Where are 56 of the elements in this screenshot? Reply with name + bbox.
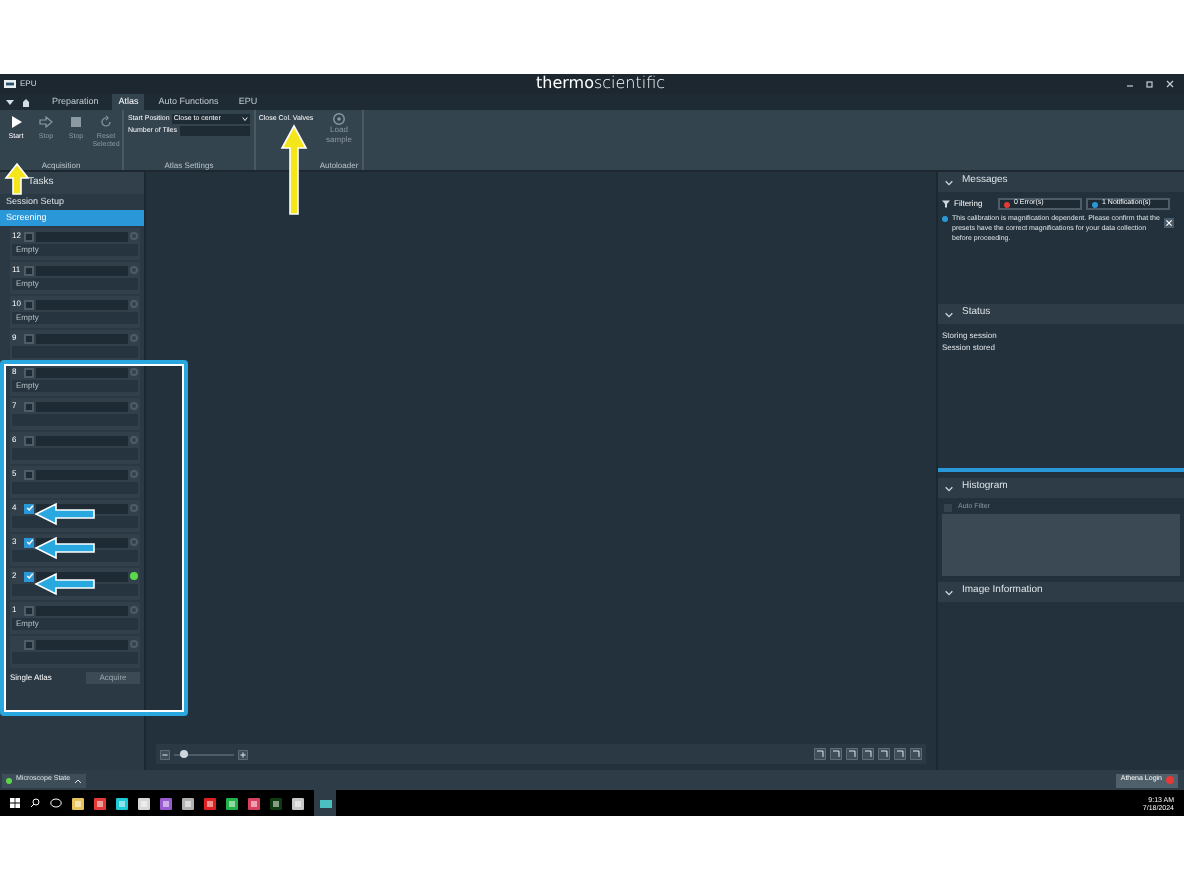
arrow	[34, 572, 96, 596]
search-icon[interactable]	[30, 798, 40, 808]
chevron-icon[interactable]	[944, 177, 954, 187]
chevron-icon[interactable]	[944, 309, 954, 319]
checkbox[interactable]	[24, 367, 34, 377]
checkbox[interactable]	[24, 435, 34, 445]
check-icon	[25, 572, 33, 580]
checkbox[interactable]	[24, 231, 34, 241]
input-field[interactable]	[36, 435, 128, 445]
home-icon[interactable]	[22, 98, 30, 108]
refresh-icon	[98, 114, 114, 130]
error-icon	[1004, 201, 1010, 207]
input-field[interactable]	[36, 231, 128, 241]
checkbox[interactable]	[24, 639, 34, 649]
info-icon	[1092, 201, 1098, 207]
checkbox[interactable]	[24, 265, 34, 275]
chevron-icon[interactable]	[944, 587, 954, 597]
input-field[interactable]	[36, 605, 128, 615]
input-field[interactable]	[36, 265, 128, 275]
check-icon	[25, 504, 33, 512]
windows-icon[interactable]	[10, 798, 20, 808]
info-icon	[942, 216, 948, 222]
slider-thumb[interactable]	[179, 750, 188, 758]
zoom-slider[interactable]	[174, 750, 234, 758]
arrow-icon	[38, 114, 54, 130]
stop-icon	[68, 114, 84, 130]
dropdown-icon[interactable]	[6, 98, 14, 106]
checkbox[interactable]	[24, 401, 34, 411]
checkbox[interactable]	[24, 333, 34, 343]
arrow	[4, 162, 30, 196]
brand-logo: thermoscientific	[536, 76, 666, 92]
arrow	[34, 502, 96, 526]
restore-icon[interactable]	[1146, 80, 1154, 88]
close-icon[interactable]	[1166, 80, 1174, 88]
minimize-icon[interactable]	[1126, 80, 1134, 88]
input-field[interactable]	[36, 367, 128, 377]
zoom-out-icon[interactable]	[160, 749, 170, 759]
checkbox[interactable]	[24, 469, 34, 479]
play-icon	[8, 114, 24, 130]
arrow	[280, 124, 308, 216]
chevron-icon[interactable]	[944, 483, 954, 493]
zoom-in-icon[interactable]	[238, 749, 248, 759]
input-field[interactable]	[36, 401, 128, 411]
arrow	[34, 536, 96, 560]
check-icon	[25, 538, 33, 546]
input-field[interactable]	[36, 299, 128, 309]
task-view-icon[interactable]	[50, 798, 62, 808]
checkbox[interactable]	[24, 299, 34, 309]
error-icon	[1166, 776, 1174, 784]
input-field[interactable]	[36, 333, 128, 343]
checkbox[interactable]	[24, 605, 34, 615]
app-icon	[4, 80, 16, 88]
input-field[interactable]	[36, 469, 128, 479]
caret-icon	[242, 116, 248, 123]
input-field[interactable]	[36, 639, 128, 649]
input-field[interactable]	[179, 126, 250, 137]
